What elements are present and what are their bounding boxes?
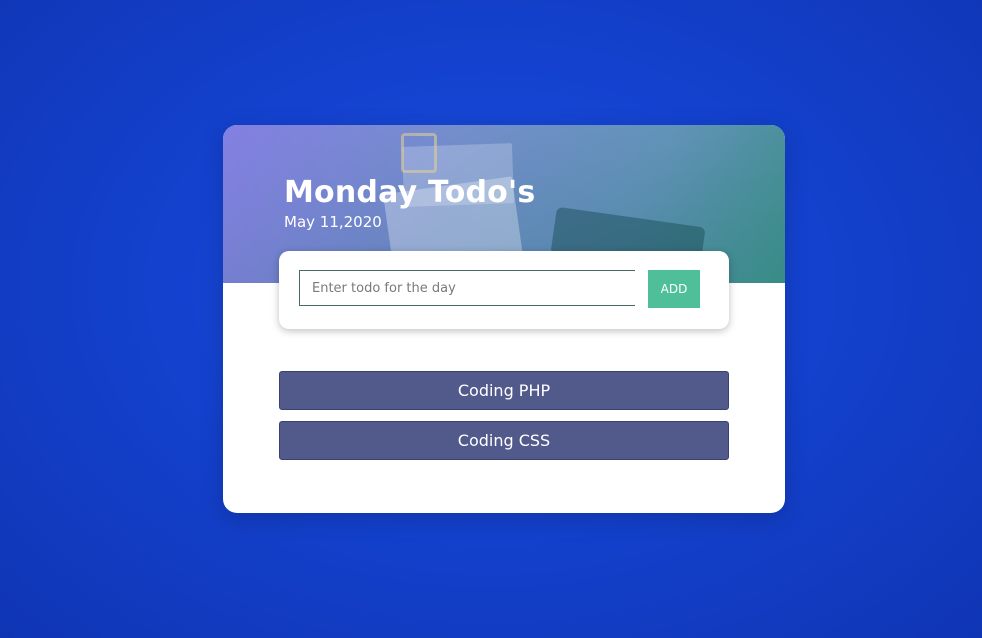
todo-list: Coding PHP Coding CSS: [279, 371, 729, 471]
todo-card: Monday Todo's May 11,2020 ADD Coding PHP…: [223, 125, 785, 513]
todo-item[interactable]: Coding CSS: [279, 421, 729, 460]
add-todo-form: ADD: [279, 251, 729, 329]
photo-clip: [401, 133, 437, 173]
page-title: Monday Todo's: [284, 175, 536, 210]
todo-item[interactable]: Coding PHP: [279, 371, 729, 410]
page-date: May 11,2020: [284, 213, 382, 231]
todo-input[interactable]: [299, 270, 635, 306]
add-button[interactable]: ADD: [648, 270, 700, 308]
